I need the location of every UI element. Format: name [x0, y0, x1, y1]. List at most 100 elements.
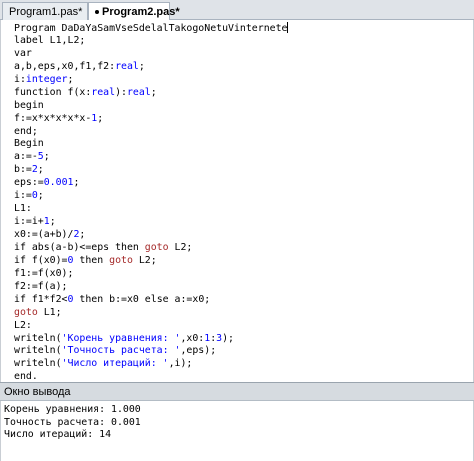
code-token: ; — [138, 60, 145, 72]
code-token: goto — [109, 254, 133, 266]
code-token: f1:=f(x0); — [14, 267, 74, 279]
code-token: function f(x: — [14, 86, 92, 98]
code-token: i:= — [14, 190, 32, 202]
code-token: ; — [49, 216, 56, 228]
code-token: 'Корень уравнения: ' — [61, 332, 181, 344]
code-token: ; — [79, 229, 86, 240]
code-token: end. — [14, 371, 38, 383]
code-token: 0.001 — [43, 177, 74, 189]
code-line[interactable]: begin — [14, 100, 469, 113]
code-token: ; — [150, 86, 157, 98]
output-line: Корень уравнения: 1.000 — [4, 404, 141, 415]
code-line[interactable]: f1:=f(x0); — [14, 268, 469, 281]
code-line[interactable]: end; — [14, 126, 469, 139]
code-token: ; — [97, 112, 104, 124]
code-token: L1: — [14, 203, 32, 215]
code-line[interactable]: b:=2; — [14, 164, 469, 177]
tab-label: Program2.pas* — [102, 6, 180, 18]
code-token: ): — [115, 86, 127, 98]
code-line[interactable]: if abs(a-b)<=eps then goto L2; — [14, 242, 469, 255]
text-cursor — [287, 22, 289, 33]
code-line[interactable]: L1: — [14, 203, 469, 216]
code-token: ; — [67, 73, 74, 85]
code-token: i: — [14, 73, 26, 85]
code-token: writeln( — [14, 358, 62, 370]
code-line[interactable]: if f(x0)=0 then goto L2; — [14, 255, 469, 268]
code-line[interactable]: Program DaDaYaSamVseSdelalTakogoNetuVint… — [14, 22, 469, 35]
code-line[interactable]: label L1,L2; — [14, 35, 469, 48]
code-line[interactable]: eps:=0.001; — [14, 177, 469, 190]
code-line[interactable]: i:integer; — [14, 74, 469, 87]
code-token: real — [115, 60, 139, 72]
code-token: i:=i+ — [14, 216, 44, 228]
code-token: begin — [14, 99, 44, 111]
code-token: f2:=f(a); — [14, 280, 68, 292]
code-token: ,i); — [168, 358, 193, 370]
code-line[interactable]: if f1*f2<0 then b:=x0 else a:=x0; — [14, 294, 469, 307]
code-token: a,b,eps,x0,f1,f2: — [14, 60, 116, 72]
code-line[interactable]: a,b,eps,x0,f1,f2:real; — [14, 61, 469, 74]
code-token: end; — [14, 125, 38, 137]
code-token: ); — [222, 332, 234, 344]
code-token: L2; — [168, 241, 193, 253]
code-token: integer — [25, 73, 68, 85]
tab-program1[interactable]: Program1.pas* — [2, 2, 88, 20]
code-token: real — [91, 86, 116, 98]
code-token: ; — [37, 164, 44, 176]
output-panel-header: Окно вывода — [0, 382, 474, 401]
tab-bar: Program1.pas* Program2.pas* — [0, 0, 474, 21]
code-editor[interactable]: Program DaDaYaSamVseSdelalTakogoNetuVint… — [0, 20, 474, 382]
output-line: Точность расчета: 0.001 — [4, 416, 141, 428]
output-panel[interactable]: Корень уравнения: 1.000 Точность расчета:… — [0, 401, 474, 461]
code-token: a:=- — [14, 151, 38, 163]
code-token: ,eps); — [180, 345, 217, 357]
code-token: if f(x0)= — [14, 254, 68, 266]
code-token: L1; — [37, 306, 62, 318]
code-line[interactable]: f:=x*x*x*x*x-1; — [14, 113, 469, 126]
code-token: 'Число итераций: ' — [61, 358, 169, 370]
code-token: L2: — [14, 319, 32, 331]
code-token: ,x0: — [180, 332, 205, 344]
code-token: 'Точность расчета: ' — [61, 345, 181, 357]
code-token: then — [73, 254, 110, 266]
code-line[interactable]: var — [14, 48, 469, 61]
code-line[interactable]: i:=i+1; — [14, 216, 469, 229]
code-line[interactable]: writeln('Точность расчета: ',eps); — [14, 345, 469, 358]
code-token: ; — [73, 177, 80, 189]
code-line[interactable]: i:=0; — [14, 190, 469, 203]
code-line[interactable]: goto L1; — [14, 307, 469, 320]
code-line[interactable]: x0:=(a+b)/2; — [14, 229, 469, 242]
modified-dot-icon — [95, 10, 99, 15]
output-line: Число итераций: 14 — [4, 429, 112, 440]
code-token: eps:= — [14, 177, 44, 189]
code-line[interactable]: a:=-5; — [14, 151, 469, 164]
code-token: label L1,L2; — [14, 34, 86, 46]
tab-program2[interactable]: Program2.pas* — [88, 2, 180, 21]
code-token: b:= — [14, 164, 32, 176]
code-token: writeln( — [14, 345, 62, 357]
code-token: var — [14, 47, 32, 59]
code-line[interactable]: Begin — [14, 138, 469, 151]
code-token: f:=x*x*x*x*x- — [14, 112, 92, 124]
code-token: L2; — [132, 254, 157, 266]
code-text[interactable]: Program DaDaYaSamVseSdelalTakogoNetuVint… — [14, 22, 469, 384]
code-line[interactable]: L2: — [14, 320, 469, 333]
tab-label: Program1.pas* — [9, 6, 83, 18]
code-token: if f1*f2< — [14, 293, 68, 305]
code-token: Begin — [14, 138, 44, 150]
code-token: then b:=x0 else a:=x0; — [73, 293, 211, 305]
code-token: ; — [43, 151, 50, 163]
code-line[interactable]: function f(x:real):real; — [14, 87, 469, 100]
code-line[interactable]: writeln('Число итераций: ',i); — [14, 358, 469, 371]
code-token: x0:=(a+b)/ — [14, 229, 74, 240]
code-token: if abs(a-b)<=eps then — [14, 241, 145, 253]
code-token: real — [126, 86, 151, 98]
output-text: Корень уравнения: 1.000 Точность расчета:… — [4, 404, 141, 442]
code-token: ; — [37, 190, 44, 202]
code-token: writeln( — [14, 332, 62, 344]
code-token: goto — [144, 241, 169, 253]
code-line[interactable]: f2:=f(a); — [14, 281, 469, 294]
output-panel-title: Окно вывода — [4, 386, 71, 398]
code-token: goto — [14, 306, 38, 318]
code-line[interactable]: writeln('Корень уравнения: ',x0:1:3); — [14, 333, 469, 346]
